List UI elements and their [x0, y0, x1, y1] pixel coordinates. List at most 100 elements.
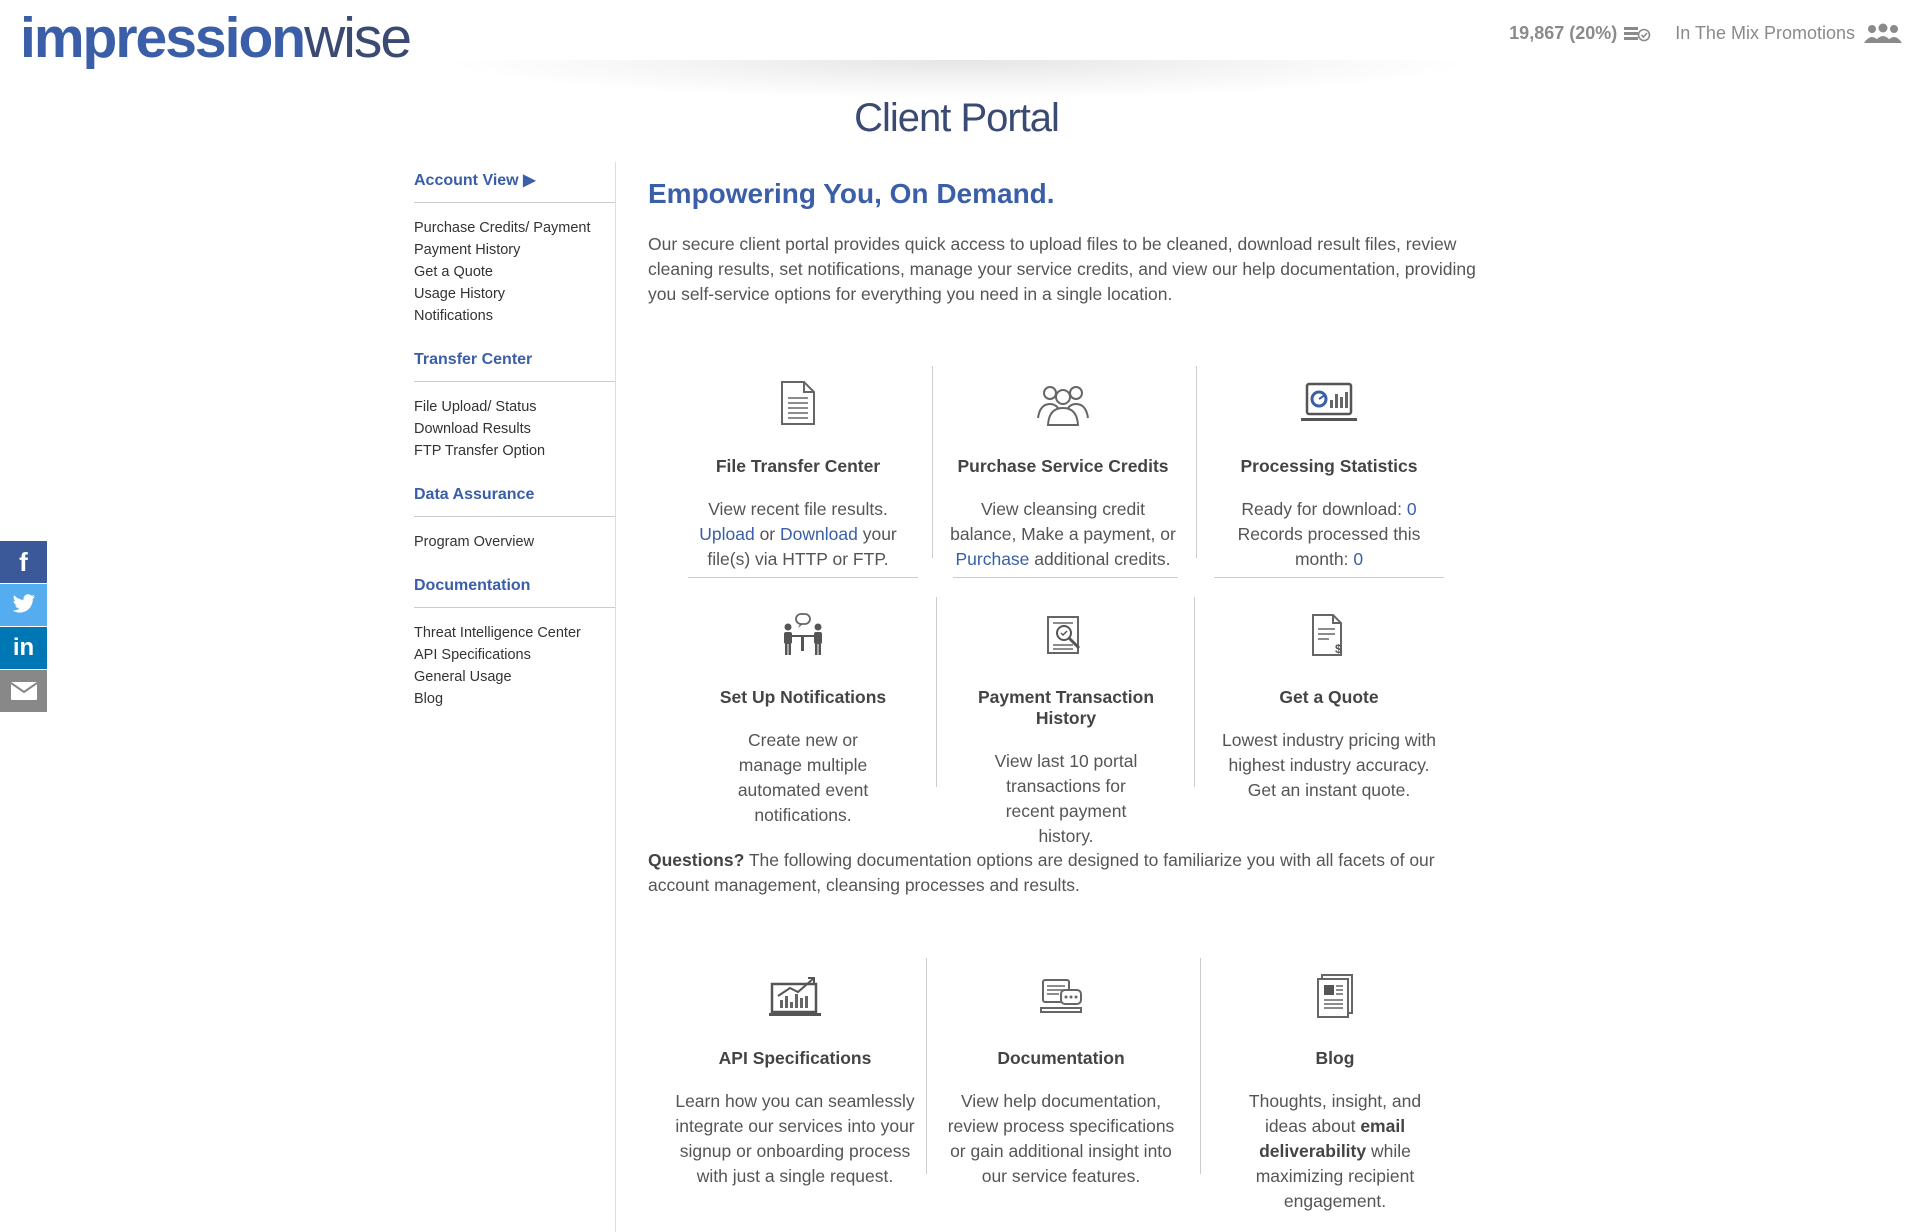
sidebar-item-notifications[interactable]: Notifications [414, 305, 615, 327]
card-divider [1200, 958, 1201, 1174]
questions-paragraph: Questions? The following documentation o… [648, 848, 1478, 898]
sidebar-heading-documentation[interactable]: Documentation [414, 577, 615, 608]
card-divider [936, 597, 937, 787]
card-processing-statistics[interactable]: Processing Statistics Ready for download… [1210, 370, 1448, 572]
document-icon [678, 370, 918, 426]
card-title: Get a Quote [1279, 687, 1379, 707]
card-purchase-credits[interactable]: Purchase Service Credits View cleansing … [946, 370, 1180, 572]
users-icon[interactable] [1863, 22, 1903, 44]
group-icon [946, 370, 1180, 426]
sidebar-item-ftp-transfer[interactable]: FTP Transfer Option [414, 440, 615, 462]
intro-paragraph: Our secure client portal provides quick … [648, 234, 1476, 304]
upload-link[interactable]: Upload [699, 524, 754, 544]
row-divider [688, 577, 918, 578]
chart-growth-icon [670, 962, 920, 1018]
card-divider [1196, 366, 1197, 558]
sidebar-divider [615, 162, 616, 1232]
download-link[interactable]: Download [780, 524, 858, 544]
card-payment-history[interactable]: Payment Transaction History View last 10… [946, 601, 1186, 849]
sidebar-item-purchase-credits[interactable]: Purchase Credits/ Payment [414, 217, 615, 239]
sidebar-heading-account-view[interactable]: Account View ▶ [414, 170, 615, 203]
sidebar-section-transfer-center: Transfer Center File Upload/ Status Down… [414, 351, 615, 462]
card-title: Documentation [997, 1048, 1125, 1068]
linkedin-share-button[interactable]: in [0, 627, 47, 669]
card-text: additional credits. [1034, 549, 1171, 569]
people-chat-icon [678, 601, 928, 657]
sidebar-item-threat-intelligence[interactable]: Threat Intelligence Center [414, 622, 615, 644]
card-title: Purchase Service Credits [957, 456, 1169, 476]
records-label: Records processed this month: [1237, 524, 1421, 569]
card-description: Create new or manage multiple automated … [737, 730, 869, 825]
card-text: View cleansing credit balance, Make a pa… [950, 499, 1176, 544]
card-get-a-quote[interactable]: $ Get a Quote Lowest industry pricing wi… [1204, 601, 1454, 803]
account-name[interactable]: In The Mix Promotions [1675, 23, 1855, 44]
main-headline: Empowering You, On Demand. [648, 178, 1055, 209]
card-divider [926, 958, 927, 1174]
svg-text:$: $ [1335, 642, 1342, 656]
card-description: View help documentation, review process … [947, 1091, 1175, 1186]
sidebar-nav: Account View ▶ Purchase Credits/ Payment… [414, 170, 615, 734]
records-processed-count[interactable]: 0 [1353, 549, 1363, 569]
sidebar-item-api-specifications[interactable]: API Specifications [414, 644, 615, 666]
sidebar-item-file-upload[interactable]: File Upload/ Status [414, 396, 615, 418]
header-shadow [440, 60, 1480, 100]
twitter-share-button[interactable] [0, 584, 47, 626]
facebook-icon: f [19, 546, 28, 577]
impressionwise-logo[interactable]: impressionwise [20, 4, 412, 72]
card-text: View recent file results. [708, 499, 888, 519]
card-title: Set Up Notifications [719, 687, 887, 707]
sidebar-item-program-overview[interactable]: Program Overview [414, 531, 615, 553]
sidebar-item-general-usage[interactable]: General Usage [414, 666, 615, 688]
questions-text: The following documentation options are … [648, 850, 1435, 895]
purchase-link[interactable]: Purchase [955, 549, 1029, 569]
sidebar-item-blog[interactable]: Blog [414, 688, 615, 710]
sidebar-item-download-results[interactable]: Download Results [414, 418, 615, 440]
card-description: View last 10 portal transactions for rec… [994, 751, 1138, 846]
document-search-icon [946, 601, 1186, 657]
card-description: Thoughts, insight, and ideas about email… [1218, 1089, 1452, 1214]
logo-part-wise: wise [304, 6, 412, 70]
invoice-dollar-icon: $ [1204, 601, 1454, 657]
card-title: Payment Transaction History [977, 687, 1155, 728]
card-title: API Specifications [718, 1048, 872, 1068]
email-share-button[interactable] [0, 670, 47, 712]
card-divider [932, 366, 933, 558]
card-text: or [759, 524, 776, 544]
card-description: View recent file results. Upload or Down… [678, 497, 918, 572]
ready-label: Ready for download: [1241, 499, 1402, 519]
sidebar-item-usage-history[interactable]: Usage History [414, 283, 615, 305]
row-divider [1214, 577, 1444, 578]
questions-label: Questions? [648, 850, 745, 870]
card-description: Ready for download: 0 Records processed … [1210, 497, 1448, 572]
card-description: Learn how you can seamlessly integrate o… [675, 1091, 915, 1186]
card-file-transfer[interactable]: File Transfer Center View recent file re… [678, 370, 918, 572]
row-divider [953, 577, 1178, 578]
sidebar-section-data-assurance: Data Assurance Program Overview [414, 486, 615, 553]
laptop-chat-icon [944, 962, 1178, 1018]
sidebar-heading-transfer-center[interactable]: Transfer Center [414, 351, 615, 382]
logo-part-impression: impression [20, 6, 306, 70]
sidebar-section-documentation: Documentation Threat Intelligence Center… [414, 577, 615, 710]
social-share-bar: f in [0, 541, 47, 713]
credits-stack-icon[interactable] [1623, 23, 1651, 43]
linkedin-icon: in [12, 634, 35, 661]
facebook-share-button[interactable]: f [0, 541, 47, 583]
sidebar-item-payment-history[interactable]: Payment History [414, 239, 615, 261]
card-description: Lowest industry pricing with highest ind… [1222, 730, 1436, 800]
ready-for-download-count[interactable]: 0 [1407, 499, 1417, 519]
sidebar-item-get-a-quote[interactable]: Get a Quote [414, 261, 615, 283]
header-account-bar: 19,867 (20%) In The Mix Promotions [1509, 22, 1903, 44]
card-title: Processing Statistics [1240, 456, 1418, 476]
credits-balance[interactable]: 19,867 (20%) [1509, 23, 1617, 44]
card-api-specifications[interactable]: API Specifications Learn how you can sea… [670, 962, 920, 1189]
newspaper-icon [1218, 962, 1452, 1018]
card-title: Blog [1315, 1048, 1355, 1068]
sidebar-heading-data-assurance[interactable]: Data Assurance [414, 486, 615, 517]
card-documentation[interactable]: Documentation View help documentation, r… [944, 962, 1178, 1189]
email-icon [9, 676, 38, 707]
sidebar-section-account-view: Account View ▶ Purchase Credits/ Payment… [414, 170, 615, 327]
twitter-icon [12, 590, 36, 621]
card-set-up-notifications[interactable]: Set Up Notifications Create new or manag… [678, 601, 928, 828]
page-title: Client Portal [854, 96, 1060, 140]
card-blog[interactable]: Blog Thoughts, insight, and ideas about … [1218, 962, 1452, 1214]
